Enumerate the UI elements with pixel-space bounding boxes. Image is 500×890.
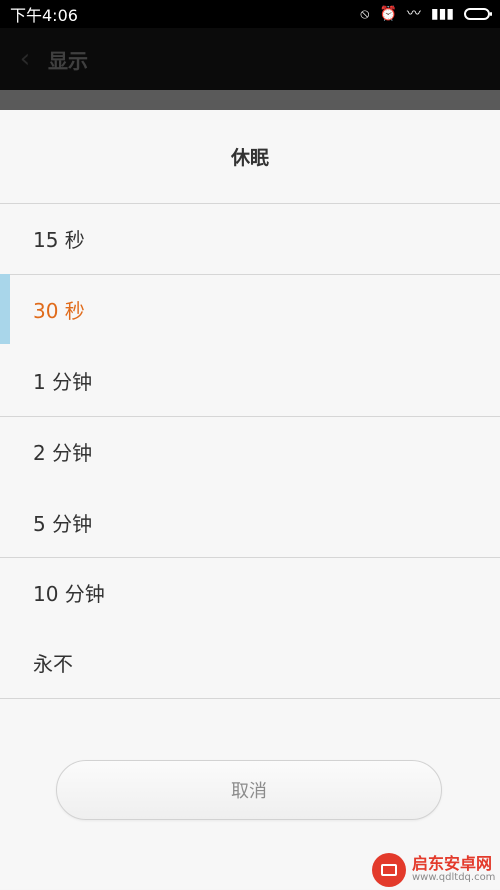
option-10-minutes[interactable]: 10 分钟 [0,557,500,628]
option-1-minute[interactable]: 1 分钟 [0,345,500,416]
watermark-logo-icon [372,853,406,887]
signal-icon: ▮▮▮ [430,6,454,22]
option-5-minutes[interactable]: 5 分钟 [0,487,500,558]
dim-overlay [0,90,500,110]
status-bar: 下午4:06 ⦸ ⏰ 〰 ▮▮▮ [0,0,500,28]
wifi-icon: 〰 [406,6,421,22]
watermark: 启东安卓网 www.qdltdq.com [372,850,500,890]
cancel-button[interactable]: 取消 [56,760,442,820]
watermark-text: 启东安卓网 www.qdltdq.com [412,856,495,883]
option-never[interactable]: 永不 [0,627,500,698]
option-15-seconds[interactable]: 15 秒 [0,203,500,274]
status-time: 下午4:06 [10,6,78,25]
sleep-dialog: 休眠 15 秒 30 秒 1 分钟 2 分钟 5 分钟 10 分钟 永不 取消 … [0,110,500,889]
alarm-icon: ⏰ [379,6,397,22]
watermark-url: www.qdltdq.com [412,872,496,884]
divider [0,698,500,699]
battery-icon [464,8,492,20]
dialog-title: 休眠 [230,147,269,169]
app-bar-title: 显示 [48,48,88,73]
status-icons: ⦸ ⏰ 〰 ▮▮▮ [360,6,492,22]
chevron-left-icon[interactable]: ‹ [14,46,36,72]
app-bar: ‹ 显示 [0,28,500,90]
option-30-seconds[interactable]: 30 秒 [0,274,500,345]
option-2-minutes[interactable]: 2 分钟 [0,416,500,487]
vibrate-off-icon: ⦸ [360,6,370,22]
watermark-brand: 启东安卓网 [412,854,493,874]
